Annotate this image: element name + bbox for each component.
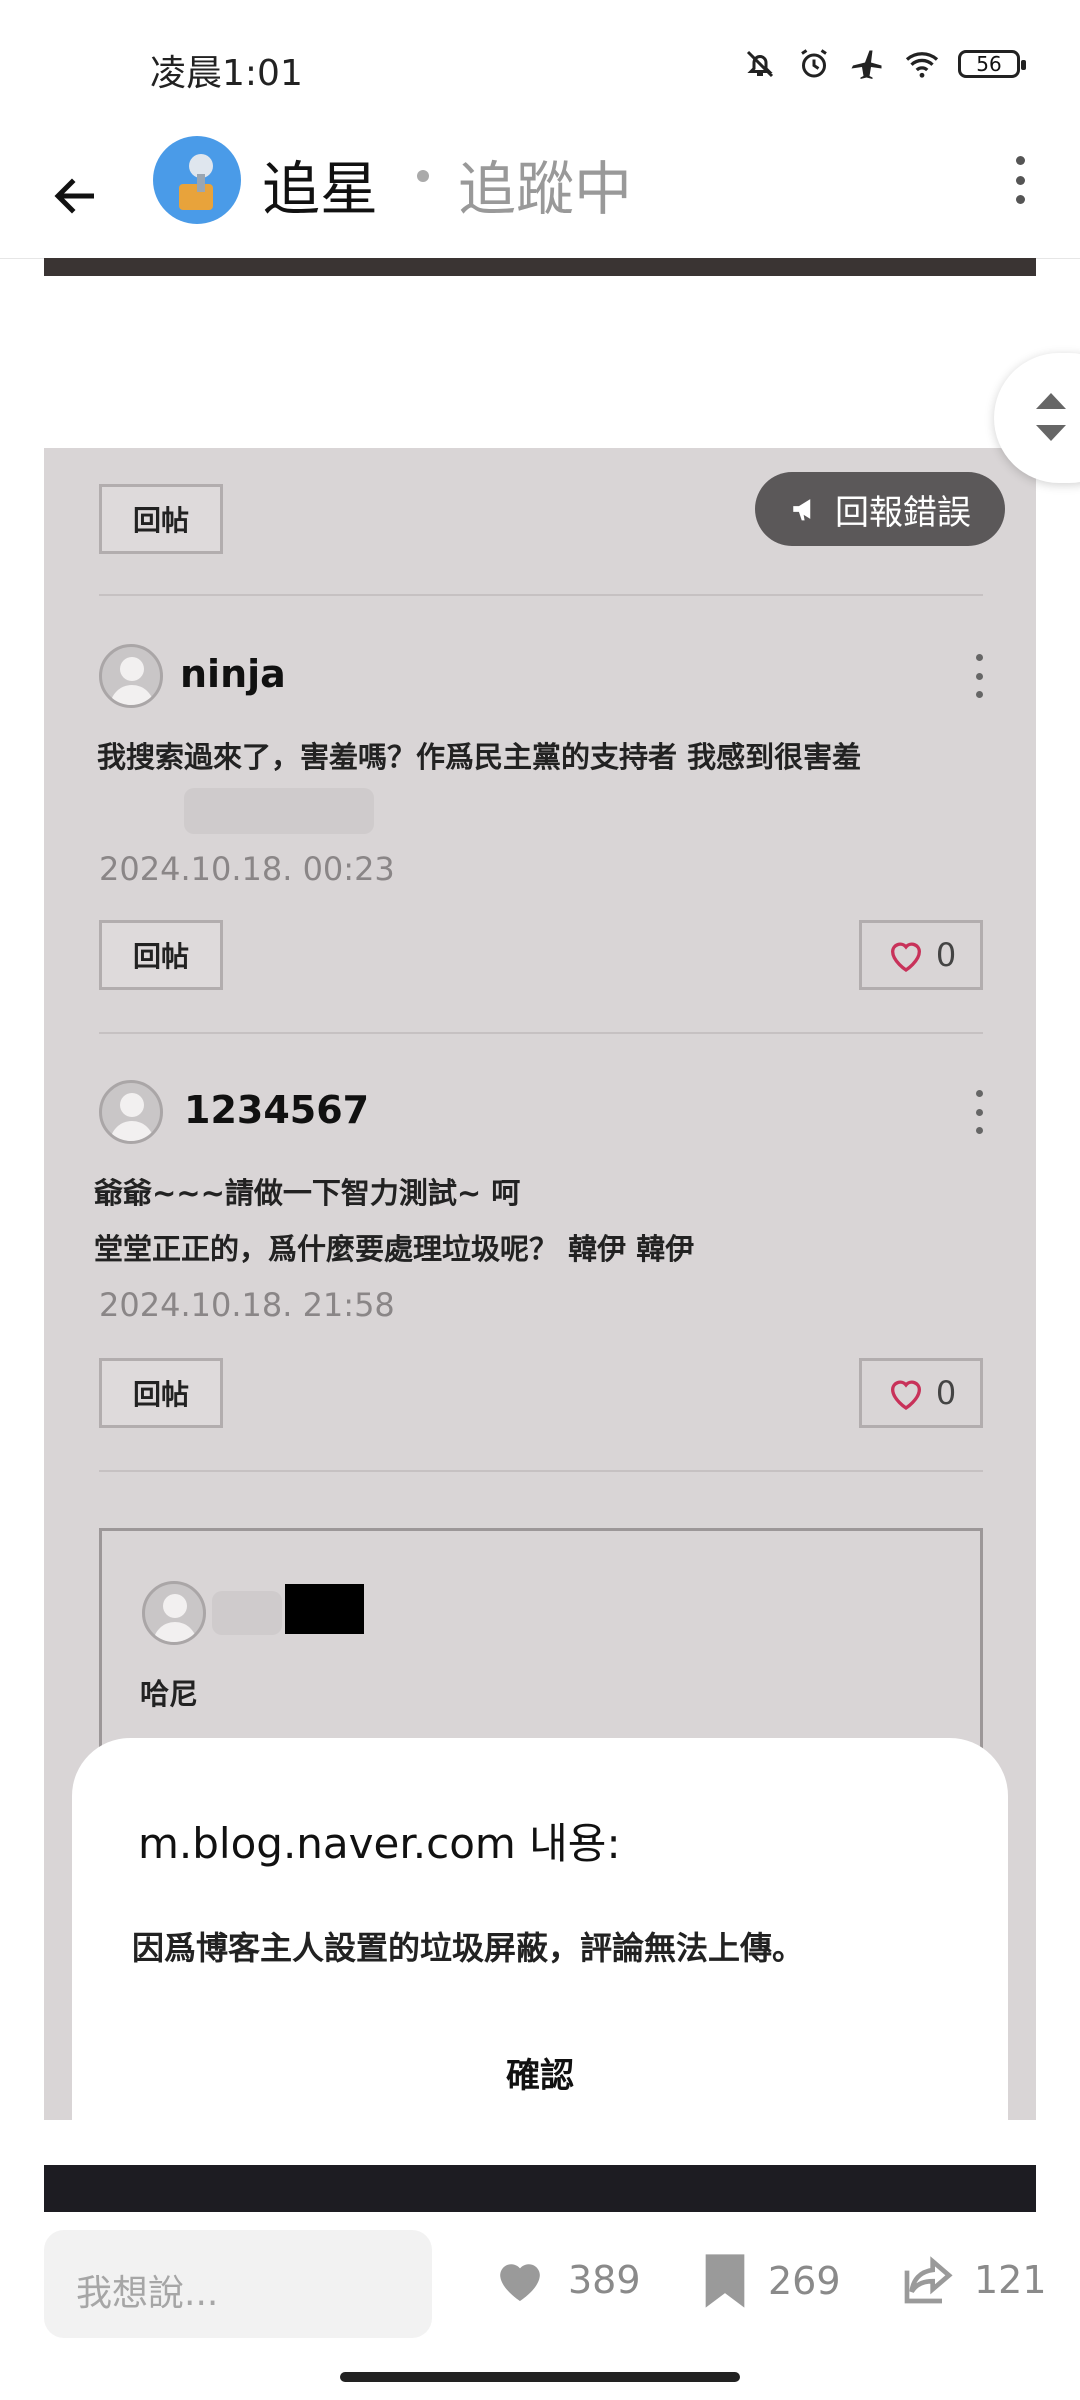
like-total: 389 [568, 2258, 641, 2302]
redacted-name [285, 1584, 364, 1634]
channel-avatar[interactable] [153, 136, 241, 224]
dialog-message: 因爲博客主人設置的垃圾屏蔽，評論無法上傳。 [132, 1929, 805, 1967]
megaphone-icon [793, 499, 811, 521]
like-count: 0 [935, 1374, 957, 1412]
reply-card-text: 哈尼 [140, 1677, 199, 1711]
separator [99, 1032, 983, 1034]
comment-more-button[interactable] [974, 654, 984, 698]
heart-icon [500, 2264, 540, 2301]
dialog-title: m.blog.naver.com 내용: [138, 1819, 621, 1868]
alarm-icon [801, 49, 827, 78]
more-options-button[interactable] [1000, 150, 1040, 210]
heart-icon [890, 1380, 921, 1410]
heart-icon [890, 942, 921, 972]
blurred-content [184, 788, 374, 834]
separator [99, 594, 983, 596]
reply-button[interactable]: 回帖 [99, 920, 223, 990]
comment-username[interactable]: ninja [180, 652, 286, 696]
status-icons: 56 [742, 46, 1026, 82]
channel-title[interactable]: 追星 [262, 142, 378, 226]
like-button[interactable]: 0 [859, 920, 983, 990]
report-error-label: 回報錯誤 [835, 492, 971, 533]
title-separator-dot [417, 170, 429, 182]
comment-more-button[interactable] [974, 1090, 984, 1134]
confirm-button[interactable]: 確認 [72, 2048, 1008, 2097]
reply-button[interactable]: 回帖 [99, 484, 223, 554]
status-time: 凌晨1:01 [150, 53, 303, 94]
image-strip [44, 258, 1036, 276]
bookmark-icon [705, 2254, 745, 2308]
comment-text: 堂堂正正的，爲什麼要處理垃圾呢？ 韓伊 韓伊 [94, 1232, 695, 1266]
comment-text: 爺爺~~~請做一下智力測試~ 呵 [94, 1176, 521, 1210]
user-avatar[interactable] [99, 1080, 163, 1144]
wifi-icon [905, 52, 939, 78]
follow-status[interactable]: 追蹤中 [458, 142, 632, 226]
blurred-username [212, 1591, 282, 1635]
share-total: 121 [974, 2258, 1047, 2302]
user-avatar [142, 1581, 206, 1645]
comment-input[interactable]: 我想說... [44, 2230, 432, 2338]
battery-indicator: 56 [958, 50, 1026, 78]
separator [99, 1470, 983, 1472]
bookmark-total: 269 [768, 2259, 841, 2303]
like-button[interactable]: 0 [859, 1358, 983, 1428]
bell-off-icon [746, 50, 774, 78]
arrow-left-icon [54, 178, 94, 214]
report-error-button[interactable]: 回報錯誤 [755, 472, 1005, 546]
bookmark-action[interactable]: 269 [700, 2252, 841, 2310]
chevron-up-icon [1036, 393, 1066, 409]
comment-date: 2024.10.18. 21:58 [99, 1286, 395, 1324]
like-count: 0 [935, 936, 957, 974]
chevron-down-icon [1036, 425, 1066, 441]
gesture-handle[interactable] [340, 2372, 740, 2382]
user-avatar[interactable] [99, 644, 163, 708]
reply-button[interactable]: 回帖 [99, 1358, 223, 1428]
airplane-icon [851, 50, 882, 79]
bottom-action-bar: 我想說... 389 269 121 [0, 2212, 1080, 2400]
alert-dialog: m.blog.naver.com 내용: 因爲博客主人設置的垃圾屏蔽，評論無法上… [72, 1738, 1008, 2120]
share-icon [904, 2256, 953, 2304]
back-button[interactable] [40, 160, 112, 232]
comment-date: 2024.10.18. 00:23 [99, 850, 395, 888]
share-action[interactable]: 121 [900, 2252, 1047, 2308]
comment-input-placeholder: 我想說... [76, 2273, 219, 2314]
status-bar: 凌晨1:01 56 [0, 0, 1080, 130]
like-action[interactable]: 389 [490, 2252, 641, 2308]
comment-username[interactable]: 1234567 [184, 1088, 369, 1132]
comment-text: 我搜索過來了，害羞嗎？作爲民主黨的支持者 我感到很害羞 [97, 740, 862, 774]
